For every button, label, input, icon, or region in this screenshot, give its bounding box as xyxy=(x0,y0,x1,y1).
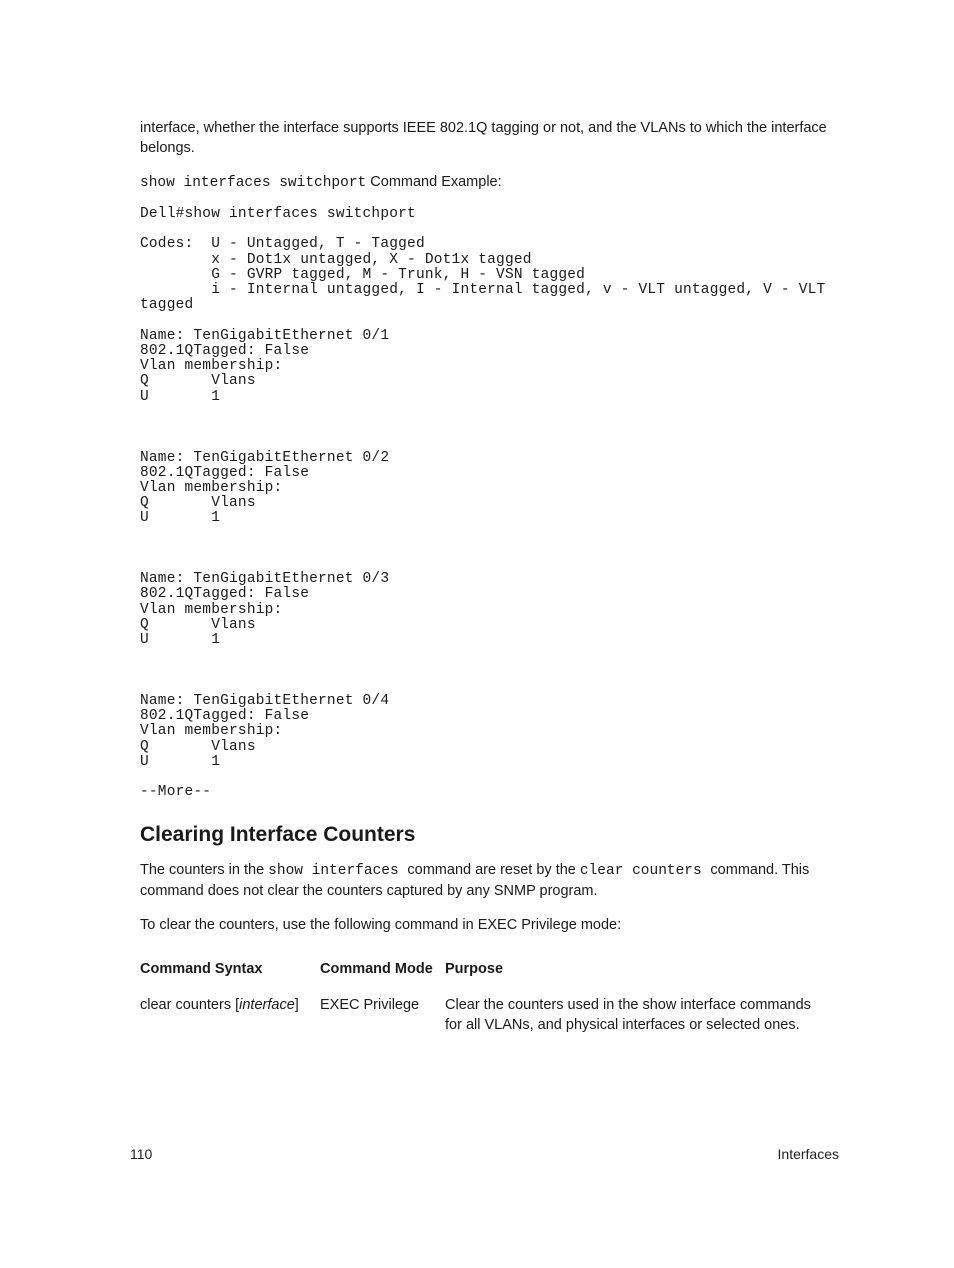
section-para-1: The counters in the show interfaces comm… xyxy=(140,860,839,901)
table-row: clear counters [interface] EXEC Privileg… xyxy=(140,993,839,1037)
section-para-2: To clear the counters, use the following… xyxy=(140,915,839,935)
caption-text: Command Example: xyxy=(366,174,501,190)
table-header-row: Command Syntax Command Mode Purpose xyxy=(140,955,839,993)
td-purpose: Clear the counters used in the show inte… xyxy=(445,993,839,1037)
syntax-pre: clear counters [ xyxy=(140,997,239,1013)
command-table: Command Syntax Command Mode Purpose clea… xyxy=(140,955,839,1037)
section-heading: Clearing Interface Counters xyxy=(140,821,839,850)
syntax-ital: interface xyxy=(239,997,295,1013)
p2-code1: show interfaces xyxy=(268,863,407,879)
td-syntax: clear counters [interface] xyxy=(140,993,320,1037)
p2-mid: command are reset by the xyxy=(407,862,579,878)
th-syntax: Command Syntax xyxy=(140,955,320,993)
page-number: 110 xyxy=(130,1145,152,1164)
code-block: Dell#show interfaces switchport Codes: U… xyxy=(140,207,839,801)
code-caption: show interfaces switchport Command Examp… xyxy=(140,172,839,193)
p2-pre: The counters in the xyxy=(140,862,268,878)
page-footer: 110 Interfaces xyxy=(130,1145,839,1164)
caption-code: show interfaces switchport xyxy=(140,175,366,191)
td-mode: EXEC Privilege xyxy=(320,993,445,1037)
syntax-post: ] xyxy=(295,997,299,1013)
th-mode: Command Mode xyxy=(320,955,445,993)
intro-paragraph: interface, whether the interface support… xyxy=(140,118,839,158)
chapter-name: Interfaces xyxy=(778,1145,839,1164)
th-purpose: Purpose xyxy=(445,955,839,993)
document-page: interface, whether the interface support… xyxy=(0,0,954,1268)
p2-code2: clear counters xyxy=(580,863,711,879)
